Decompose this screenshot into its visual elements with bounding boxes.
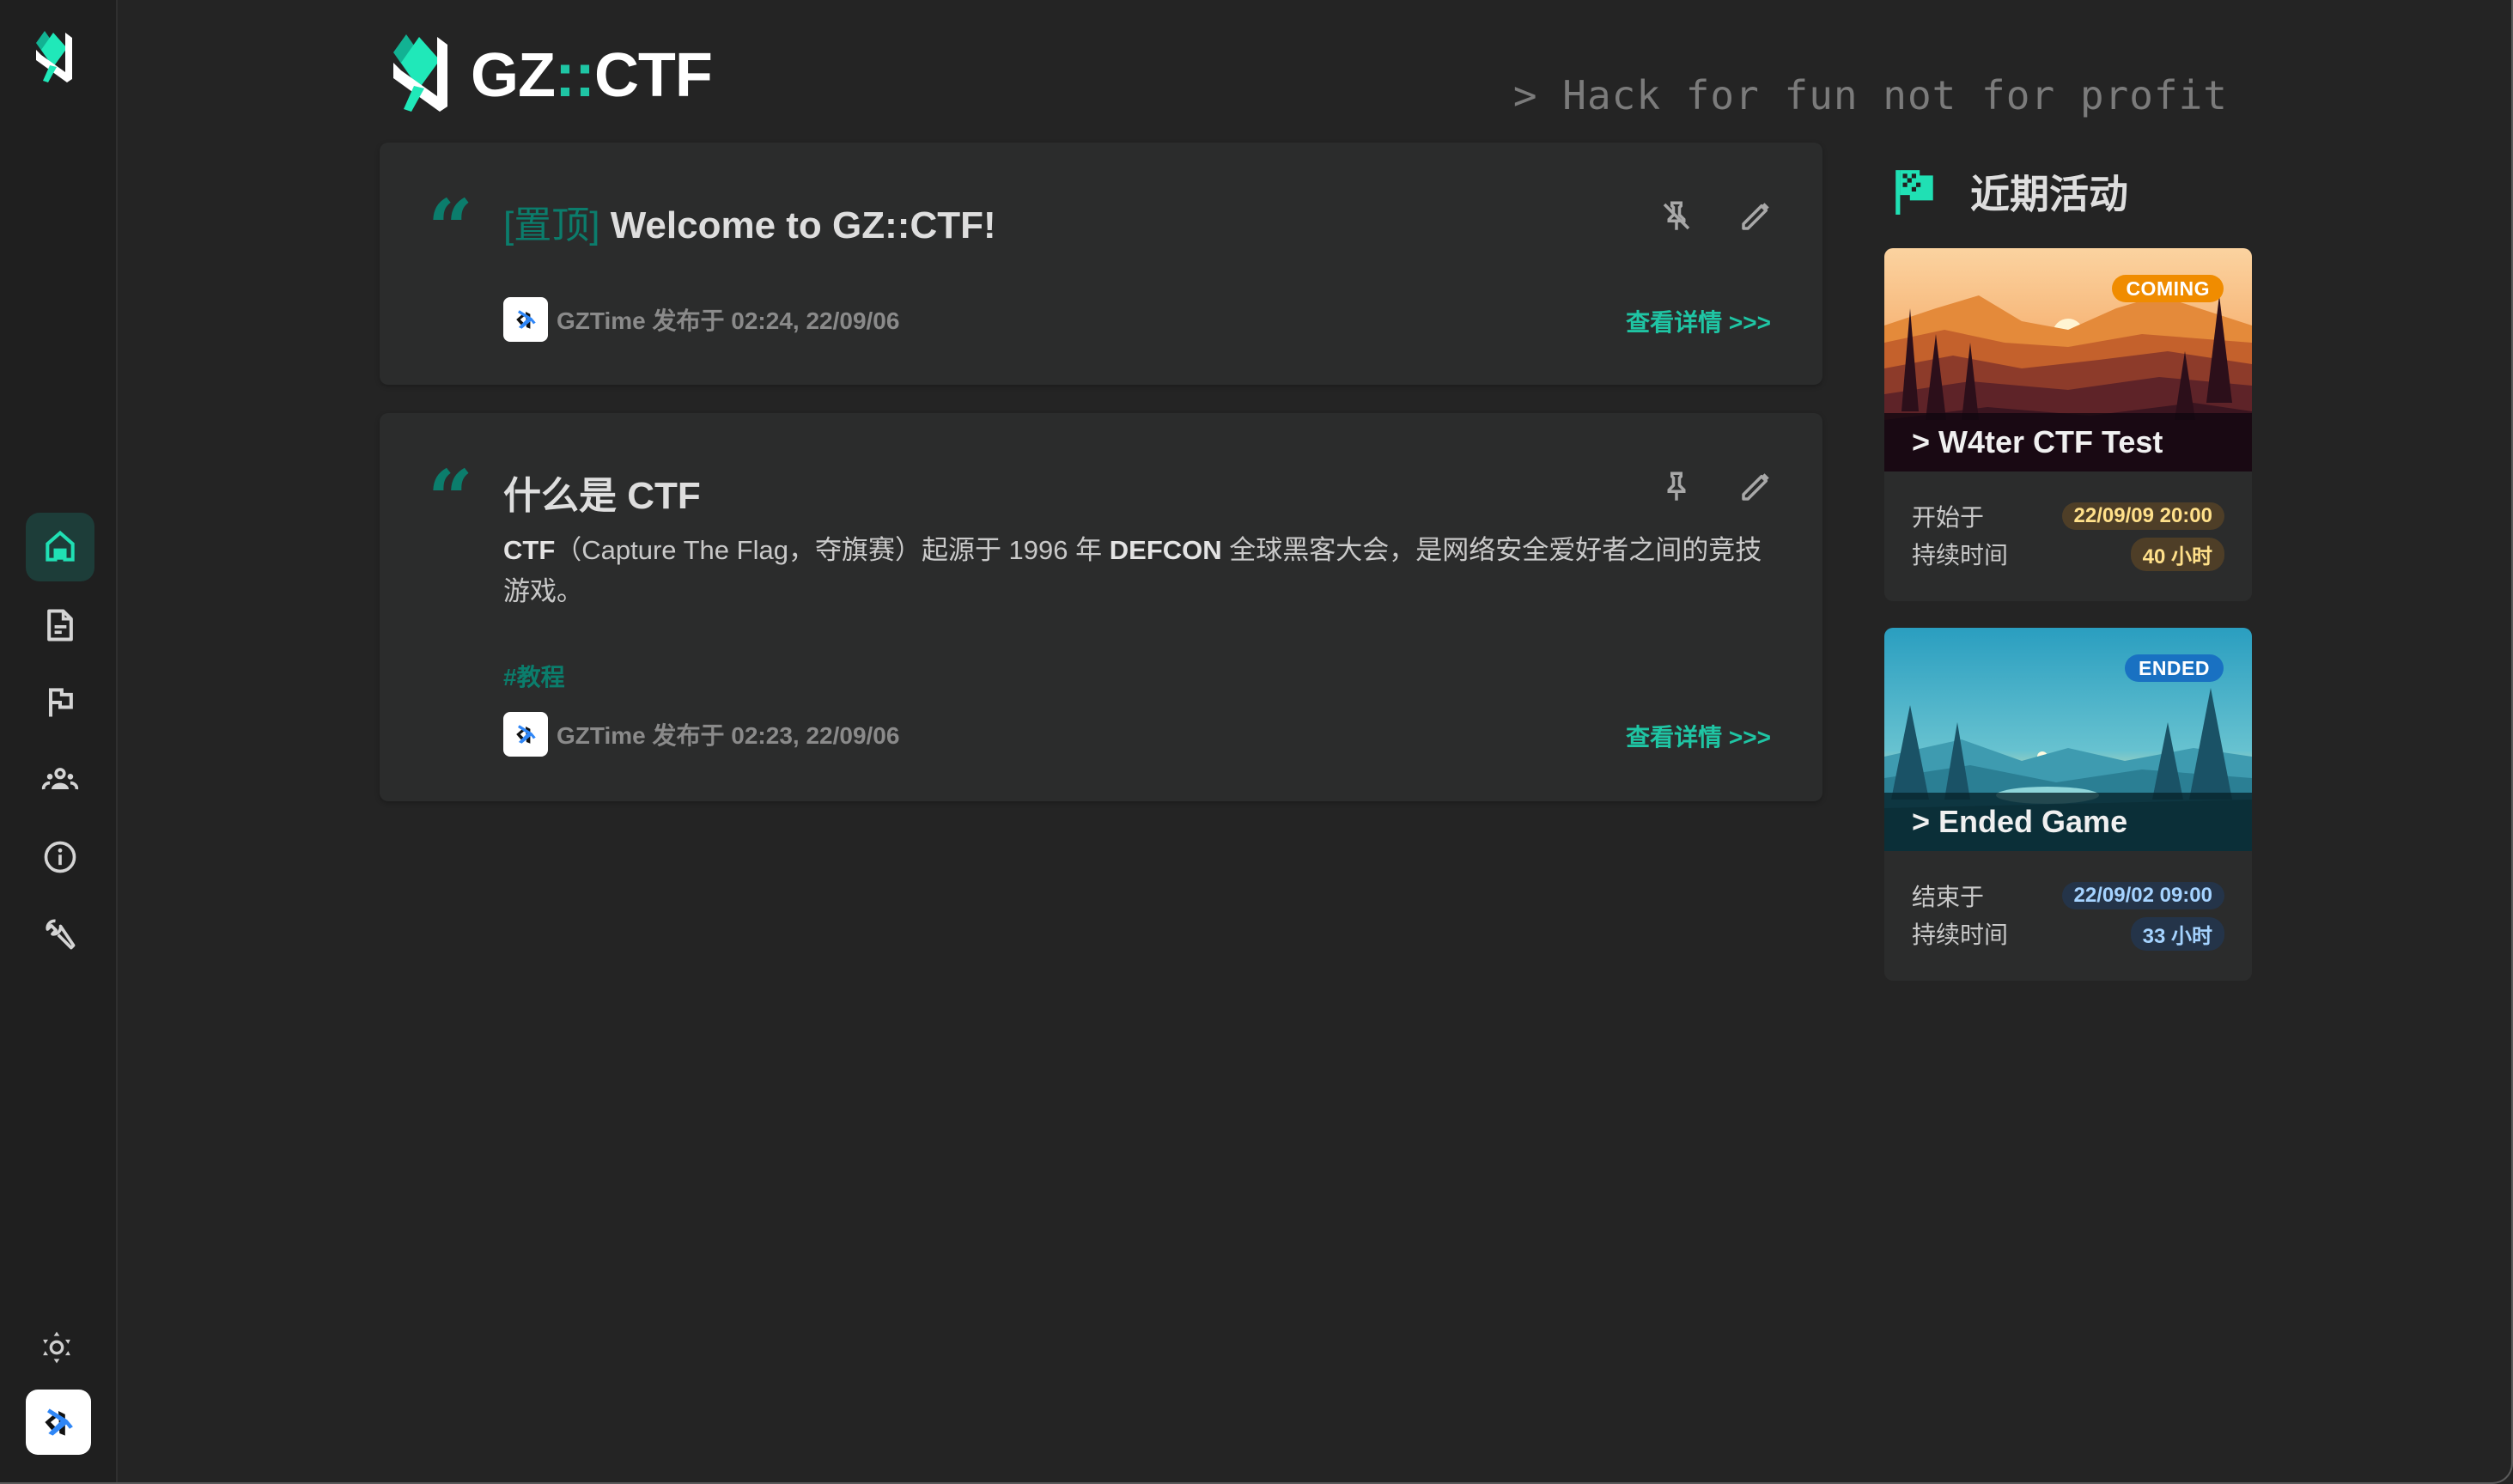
post-title[interactable]: [置顶] Welcome to GZ::CTF! [503, 194, 996, 249]
event-info: 开始于 22/09/09 20:00 持续时间 40 小时 [1912, 497, 2224, 573]
event-name: > W4ter CTF Test [1884, 413, 2252, 471]
edit-button[interactable] [1735, 196, 1776, 237]
author-avatar [503, 712, 548, 757]
gzctf-logo-icon[interactable] [33, 31, 81, 86]
sidebar-item-admin[interactable] [26, 900, 94, 969]
theme-toggle-button[interactable] [36, 1327, 77, 1368]
event-time-value: 22/09/02 09:00 [2061, 882, 2224, 909]
pin-off-icon [1663, 201, 1690, 230]
event-duration-label: 持续时间 [1912, 921, 2009, 948]
post-tag[interactable]: #教程 [503, 659, 565, 693]
gzctf-logo-icon [393, 34, 447, 112]
sidebar-item-games[interactable] [26, 668, 94, 737]
edit-button[interactable] [1735, 466, 1776, 508]
author-meta: GZTime 发布于 02:23, 22/09/06 [557, 722, 900, 749]
quote-icon: “ [428, 182, 473, 275]
user-avatar-icon [516, 310, 536, 329]
recent-events-header: 近期活动 [1893, 163, 2128, 220]
event-duration-label: 持续时间 [1912, 542, 2009, 569]
info-icon [44, 841, 76, 873]
event-banner-image: ENDED > Ended Game [1884, 628, 2252, 851]
unpin-button[interactable] [1656, 196, 1697, 237]
user-avatar-icon [45, 1408, 73, 1436]
event-time-label: 结束于 [1912, 884, 1985, 910]
sidebar-item-about[interactable] [26, 823, 94, 891]
users-icon [41, 768, 79, 790]
post-card: “ 什么是 CTF CTF（Capture The Flag，夺旗赛）起源于 1… [380, 413, 1822, 801]
sidebar-item-posts[interactable] [26, 591, 94, 660]
post-actions [1656, 196, 1776, 237]
post-meta: GZTime 发布于 02:23, 22/09/06 [503, 712, 899, 757]
event-time-value: 22/09/09 20:00 [2061, 502, 2224, 530]
pinned-tag: [置顶] [503, 204, 600, 246]
event-duration-value: 40 小时 [2130, 537, 2224, 571]
author-avatar [503, 297, 548, 342]
event-banner-image: COMING > W4ter CTF Test [1884, 248, 2252, 471]
pin-button[interactable] [1656, 466, 1697, 508]
pencil-icon [1742, 473, 1769, 501]
event-card[interactable]: COMING > W4ter CTF Test 开始于 22/09/09 20:… [1884, 248, 2252, 601]
post-title[interactable]: 什么是 CTF [503, 465, 701, 520]
flag-icon [48, 688, 73, 717]
post-card: “ [置顶] Welcome to GZ::CTF! GZTime 发布于 02… [380, 143, 1822, 385]
brand-title: GZ::CTF [471, 41, 713, 110]
status-badge: ENDED [2124, 654, 2224, 682]
sidebar-item-home[interactable] [26, 513, 94, 581]
pin-icon [1667, 471, 1686, 501]
author-meta: GZTime 发布于 02:24, 22/09/06 [557, 307, 900, 334]
status-badge: COMING [2112, 275, 2224, 302]
post-actions [1656, 466, 1776, 508]
post-meta: GZTime 发布于 02:24, 22/09/06 [503, 297, 899, 342]
brand-header: GZ::CTF [388, 34, 713, 117]
event-duration-value: 33 小时 [2130, 916, 2224, 951]
home-icon [46, 530, 75, 562]
view-details-link[interactable]: 查看详情 >>> [1626, 304, 1771, 338]
checkered-flag-icon [1895, 170, 1933, 215]
event-time-label: 开始于 [1912, 504, 1985, 531]
sidebar [0, 0, 118, 1482]
event-card[interactable]: ENDED > Ended Game 结束于 22/09/02 09:00 持续… [1884, 628, 2252, 981]
event-info: 结束于 22/09/02 09:00 持续时间 33 小时 [1912, 877, 2224, 952]
pencil-icon [1742, 203, 1769, 230]
document-icon [47, 609, 73, 642]
post-content: CTF（Capture The Flag，夺旗赛）起源于 1996 年 DEFC… [503, 535, 1762, 606]
user-avatar[interactable] [26, 1390, 91, 1455]
tagline: > Hack for fun not for profit [1512, 72, 2228, 119]
quote-icon: “ [428, 453, 473, 545]
sun-icon [43, 1331, 70, 1364]
wrench-icon [46, 919, 76, 950]
view-details-link[interactable]: 查看详情 >>> [1626, 719, 1771, 753]
sidebar-item-teams[interactable] [26, 745, 94, 814]
event-name: > Ended Game [1884, 793, 2252, 851]
user-avatar-icon [516, 725, 536, 744]
app-window: GZ::CTF > Hack for fun not for profit “ … [0, 0, 2513, 1484]
